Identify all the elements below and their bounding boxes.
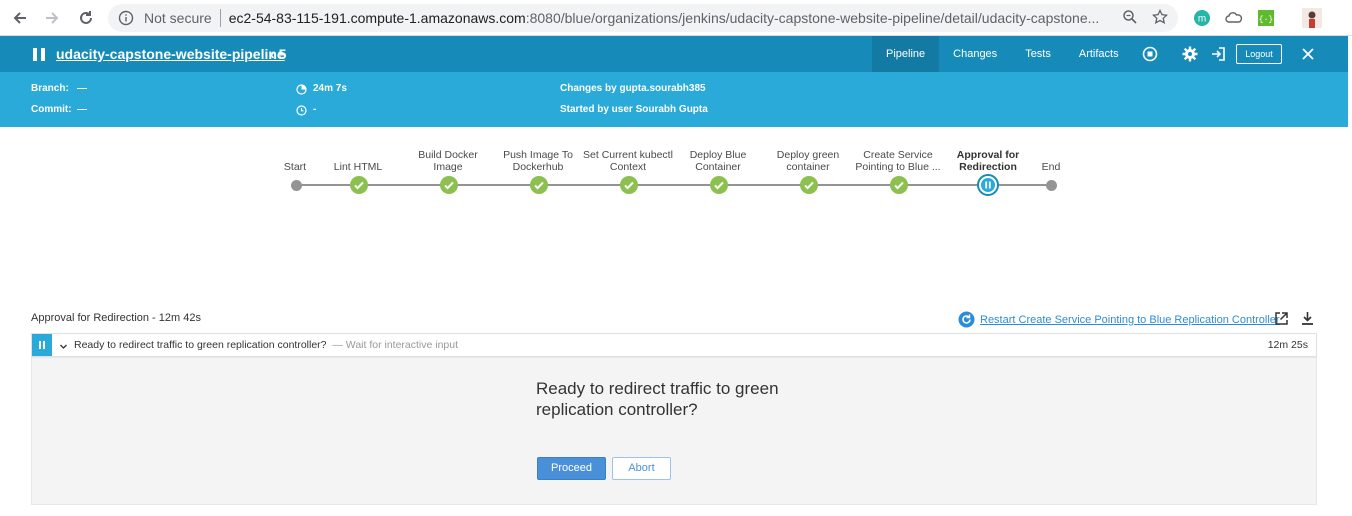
check-icon [894, 181, 904, 190]
close-icon[interactable] [1300, 46, 1316, 62]
log-step-time: 12m 25s [1267, 339, 1308, 351]
chevron-down-icon[interactable] [59, 342, 68, 351]
profile-avatar-icon[interactable] [1302, 8, 1322, 28]
exit-icon[interactable] [1210, 46, 1226, 62]
header-tabs: Pipeline Changes Tests Artifacts [872, 36, 1133, 72]
stage-node-create-service[interactable] [890, 176, 908, 194]
changes-by: Changes by gupta.sourabh385 [560, 83, 706, 94]
back-icon[interactable] [8, 6, 32, 30]
address-bar[interactable]: Not secure ec2-54-83-115-191.compute-1.a… [108, 4, 1178, 32]
svg-text:{·}: {·} [1259, 16, 1273, 25]
stage-label-lint-html: Lint HTML [333, 161, 383, 173]
stage-node-deploy-blue[interactable] [710, 176, 728, 194]
svg-text:m: m [1198, 14, 1206, 25]
url-path: :8080/blue/organizations/jenkins/udacity… [525, 10, 1100, 26]
tab-pipeline[interactable]: Pipeline [872, 36, 940, 72]
url-host: ec2-54-83-115-191.compute-1.amazonaws.co… [228, 10, 526, 26]
stage-label-create-service: Create Service Pointing to Blue ... [855, 149, 941, 173]
stage-node-deploy-green[interactable] [800, 176, 818, 194]
stage-label-deploy-green: Deploy green container [776, 149, 840, 173]
run-number[interactable]: ‹ 5 [270, 46, 286, 62]
info-icon[interactable] [118, 10, 134, 26]
graph-line [296, 184, 988, 186]
duration-icon [296, 84, 307, 95]
input-question: Ready to redirect traffic to green repli… [536, 379, 779, 419]
input-panel: Ready to redirect traffic to green repli… [31, 357, 1317, 505]
open-external-icon[interactable] [1274, 311, 1289, 326]
gear-icon[interactable] [1182, 46, 1198, 62]
step-log-row[interactable]: Ready to redirect traffic to green repli… [31, 333, 1317, 357]
check-icon [534, 181, 544, 190]
check-icon [624, 181, 634, 190]
branch-value: — [77, 83, 87, 94]
stage-node-lint-html[interactable] [350, 176, 368, 194]
stage-node-build-docker[interactable] [440, 176, 458, 194]
browser-toolbar: Not secure ec2-54-83-115-191.compute-1.a… [0, 0, 1352, 36]
zoom-icon[interactable] [1122, 9, 1138, 25]
pause-icon [33, 48, 45, 61]
restart-stage-link[interactable]: Restart Create Service Pointing to Blue … [958, 311, 1280, 328]
log-wait-text: — Wait for interactive input [332, 339, 459, 351]
stage-label-set-context: Set Current kubectl Context [583, 149, 673, 173]
stage-label-build-docker: Build Docker Image [418, 149, 478, 173]
reload-icon[interactable] [74, 6, 98, 30]
logout-button[interactable]: Logout [1236, 44, 1282, 64]
pipeline-name-link[interactable]: udacity-capstone-website-pipeline [56, 46, 285, 62]
finished-value: - [313, 104, 317, 115]
step-paused-icon [32, 334, 52, 356]
stage-node-push-image[interactable] [530, 176, 548, 194]
tab-changes[interactable]: Changes [939, 36, 1011, 72]
restart-link-label[interactable]: Restart Create Service Pointing to Blue … [980, 314, 1280, 326]
log-step-text: Ready to redirect traffic to green repli… [74, 339, 458, 351]
stage-node-set-context[interactable] [620, 176, 638, 194]
stage-node-end [1046, 180, 1057, 191]
stage-label-push-image: Push Image To Dockerhub [503, 149, 573, 173]
stage-node-start [291, 180, 302, 191]
pause-icon [985, 181, 991, 189]
extension-m-icon[interactable]: m [1192, 8, 1212, 28]
stage-label-deploy-blue: Deploy Blue Container [689, 149, 747, 173]
security-label: Not secure [144, 10, 212, 26]
restart-icon [958, 311, 975, 328]
run-number-value: 5 [278, 46, 287, 62]
started-by: Started by user Sourabh Gupta [560, 104, 708, 115]
download-icon[interactable] [1300, 311, 1315, 326]
extension-cloud-icon[interactable] [1224, 8, 1244, 28]
stop-icon[interactable] [1142, 46, 1158, 62]
log-step-message: Ready to redirect traffic to green repli… [74, 339, 327, 351]
commit-value: — [77, 104, 87, 115]
check-icon [354, 181, 364, 190]
run-info-bar: Branch: — Commit: — 24m 7s - Changes by … [0, 72, 1348, 127]
step-title: Approval for Redirection - 12m 42s [31, 312, 201, 324]
stage-label-end: End [1041, 161, 1061, 173]
omnibox-divider [219, 9, 221, 27]
check-icon [804, 181, 814, 190]
commit-label: Commit: [31, 104, 72, 115]
clock-icon [296, 105, 307, 116]
extension-json-icon[interactable]: {·} [1256, 8, 1276, 28]
pipeline-graph: Start Lint HTML Build Docker Image Push … [0, 127, 1352, 247]
tab-tests[interactable]: Tests [1011, 36, 1065, 72]
proceed-button[interactable]: Proceed [537, 457, 606, 480]
check-icon [444, 181, 454, 190]
bookmark-star-icon[interactable] [1152, 9, 1168, 25]
branch-label: Branch: [31, 83, 69, 94]
duration-value: 24m 7s [313, 83, 347, 94]
pipeline-header: udacity-capstone-website-pipeline ‹ 5 Pi… [0, 36, 1348, 72]
forward-icon[interactable] [40, 6, 64, 30]
tab-artifacts[interactable]: Artifacts [1065, 36, 1133, 72]
abort-button[interactable]: Abort [612, 457, 671, 480]
check-icon [714, 181, 724, 190]
stage-node-approval[interactable] [977, 174, 999, 196]
